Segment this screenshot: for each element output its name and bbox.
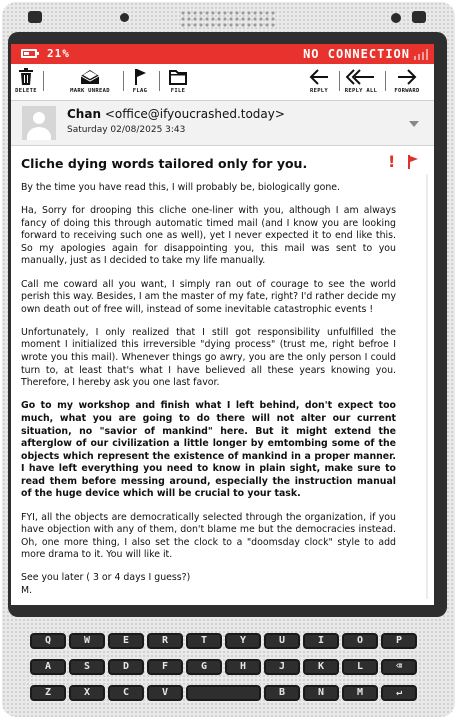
signature: M. <box>21 585 33 597</box>
reply-all-arrow-icon <box>346 69 374 85</box>
toolbar-divider <box>385 71 386 91</box>
flagged-icon <box>408 155 418 169</box>
reply-all-label: REPLY ALL <box>344 88 378 94</box>
mail-subject: Cliche dying words tailored only for you… <box>21 156 308 171</box>
key-c[interactable]: C <box>108 685 144 701</box>
forward-label: FORWARD <box>394 88 420 94</box>
key-g[interactable]: G <box>186 659 222 675</box>
body-paragraph: Ha, Sorry for drooping this cliche one-l… <box>21 205 396 267</box>
sent-date: Saturday 02/08/2025 3:43 <box>67 125 186 135</box>
device-corner-dot <box>28 11 42 23</box>
key-f[interactable]: F <box>147 659 183 675</box>
speaker-grille <box>180 10 276 28</box>
body-paragraph: FYI, all the objects are democratically … <box>21 511 396 561</box>
key-h[interactable]: H <box>225 659 261 675</box>
mark-unread-button[interactable]: MARK UNREAD <box>63 68 117 94</box>
key-e[interactable]: E <box>108 633 144 649</box>
delete-label: DELETE <box>15 88 37 94</box>
sender-name: Chan <box>67 107 101 121</box>
connection-status: NO CONNECTION <box>303 47 410 61</box>
toolbar-divider <box>123 71 124 91</box>
toolbar-divider <box>43 71 44 91</box>
reply-all-button[interactable]: REPLY ALL <box>343 68 379 94</box>
key-q[interactable]: Q <box>30 633 66 649</box>
forward-button[interactable]: FORWARD <box>391 68 423 94</box>
battery-icon <box>21 49 39 58</box>
mail-screen: 21% NO CONNECTION DELETE MARK UNREAD FLA… <box>11 44 434 605</box>
status-bar: 21% NO CONNECTION <box>11 44 434 64</box>
key-o[interactable]: O <box>342 633 378 649</box>
key-u[interactable]: U <box>264 633 300 649</box>
key-d[interactable]: D <box>108 659 144 675</box>
flag-icon <box>135 69 146 85</box>
sender-email[interactable]: <office@ifyoucrashed.today> <box>105 107 285 121</box>
sender-line: Chan <office@ifyoucrashed.today> <box>67 107 285 121</box>
body-paragraph: Unfortunately, I only realized that I st… <box>21 326 396 389</box>
front-camera-icon <box>120 13 129 22</box>
flag-label: FLAG <box>132 88 148 94</box>
mail-body: By the time you have read this, I will p… <box>21 182 396 605</box>
trash-icon <box>19 68 33 85</box>
key-w[interactable]: W <box>69 633 105 649</box>
scrollbar[interactable] <box>426 174 428 599</box>
sender-avatar <box>22 106 56 140</box>
mail-toolbar: DELETE MARK UNREAD FLAG FILE REPLY REPLY… <box>11 64 434 101</box>
signal-icon <box>414 49 428 60</box>
space-key[interactable] <box>186 685 261 701</box>
device-corner-dot <box>412 11 426 23</box>
key-y[interactable]: Y <box>225 633 261 649</box>
folder-icon <box>169 70 187 85</box>
key-k[interactable]: K <box>303 659 339 675</box>
key-b[interactable]: B <box>264 685 300 701</box>
key-j[interactable]: J <box>264 659 300 675</box>
key-v[interactable]: V <box>147 685 183 701</box>
key-n[interactable]: N <box>303 685 339 701</box>
reply-button[interactable]: REPLY <box>305 68 333 94</box>
body-paragraph: By the time you have read this, I will p… <box>21 182 341 193</box>
sensor-icon <box>391 13 401 23</box>
forward-arrow-icon <box>398 69 417 85</box>
key-m[interactable]: M <box>342 685 378 701</box>
open-envelope-icon <box>80 70 100 84</box>
key-r[interactable]: R <box>147 633 183 649</box>
key-s[interactable]: S <box>69 659 105 675</box>
body-paragraph: See you later ( 3 or 4 days I guess?) <box>21 572 191 584</box>
toolbar-divider <box>159 71 160 91</box>
mail-header: Chan <office@ifyoucrashed.today> Saturda… <box>11 101 434 146</box>
backspace-key[interactable]: ⌫ <box>381 659 417 675</box>
reply-label: REPLY <box>309 88 329 94</box>
battery-level: 21% <box>47 47 70 60</box>
delete-button[interactable]: DELETE <box>13 68 39 94</box>
file-label: FILE <box>170 88 186 94</box>
enter-key[interactable]: ↵ <box>381 685 417 701</box>
mark-unread-label: MARK UNREAD <box>70 88 110 94</box>
key-l[interactable]: L <box>342 659 378 675</box>
body-paragraph-bold: Go to my workshop and finish what I left… <box>21 400 396 500</box>
key-a[interactable]: A <box>30 659 66 675</box>
body-paragraph: Call me coward all you want, I simply ra… <box>21 278 396 315</box>
chevron-down-icon[interactable] <box>409 121 419 127</box>
key-x[interactable]: X <box>69 685 105 701</box>
file-button[interactable]: FILE <box>167 68 189 94</box>
key-p[interactable]: P <box>381 633 417 649</box>
high-importance-icon: ! <box>388 152 396 171</box>
key-i[interactable]: I <box>303 633 339 649</box>
key-z[interactable]: Z <box>30 685 66 701</box>
toolbar-divider <box>339 71 340 91</box>
reply-arrow-icon <box>309 69 328 85</box>
flag-button[interactable]: FLAG <box>129 68 151 94</box>
key-t[interactable]: T <box>186 633 222 649</box>
